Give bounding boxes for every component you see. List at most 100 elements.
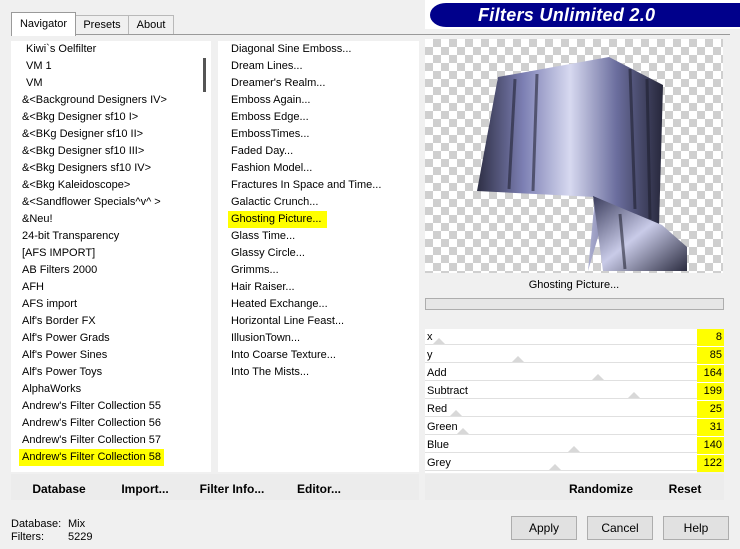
category-item[interactable]: &<Sandflower Specials^v^ > [22, 194, 161, 211]
category-item[interactable]: Alf's Power Sines [22, 347, 107, 364]
slider-subtract[interactable]: Subtract [425, 383, 697, 401]
category-item[interactable]: &<Bkg Kaleidoscope> [22, 177, 130, 194]
slider-red[interactable]: Red [425, 401, 697, 419]
slider-grey[interactable]: Grey [425, 455, 697, 473]
filter-item[interactable]: Horizontal Line Feast... [231, 313, 344, 330]
category-item[interactable]: Andrew's Filter Collection 57 [22, 432, 161, 449]
slider-value[interactable]: 25 [697, 401, 724, 418]
category-item[interactable]: Alf's Power Grads [22, 330, 110, 347]
category-item[interactable]: Kiwi`s Oelfilter [26, 41, 96, 58]
category-item[interactable]: AFH [22, 279, 44, 296]
category-item[interactable]: AB Filters 2000 [22, 262, 97, 279]
help-button[interactable]: Help [663, 516, 729, 540]
category-item[interactable]: Andrew's Filter Collection 56 [22, 415, 161, 432]
slider-value[interactable]: 31 [697, 419, 724, 436]
filter-item[interactable]: Hair Raiser... [231, 279, 295, 296]
filter-item[interactable]: Into Coarse Texture... [231, 347, 336, 364]
filter-item[interactable]: Galactic Crunch... [231, 194, 318, 211]
randomize-button[interactable]: Randomize [565, 480, 637, 498]
filter-list[interactable]: Diagonal Sine Emboss... Dream Lines... Dre… [218, 41, 419, 472]
category-scrollbar[interactable] [197, 41, 211, 472]
slider-thumb[interactable] [450, 410, 462, 416]
category-item[interactable]: 24-bit Transparency [22, 228, 119, 245]
slider-thumb[interactable] [568, 446, 580, 452]
slider-thumb[interactable] [457, 428, 469, 434]
category-item[interactable]: &Neu! [22, 211, 53, 228]
editor-button[interactable]: Editor... [295, 480, 343, 498]
filter-item[interactable]: Faded Day... [231, 143, 293, 160]
preview-caption: Ghosting Picture... [425, 274, 723, 296]
slider-value[interactable]: 199 [697, 383, 724, 400]
slider-track[interactable] [425, 452, 697, 453]
slider-label: Subtract [427, 385, 468, 397]
tab-about[interactable]: About [128, 15, 174, 35]
slider-track[interactable] [425, 362, 697, 363]
category-item[interactable]: &<BKg Designer sf10 II> [22, 126, 143, 143]
filters-label: Filters: [11, 531, 44, 543]
slider-track[interactable] [425, 416, 697, 417]
progress-bar [425, 298, 724, 310]
category-list[interactable]: Kiwi`s Oelfilter VM 1 VM &<Background Desig… [11, 41, 197, 472]
filter-item[interactable]: Grimms... [231, 262, 279, 279]
category-item[interactable]: AFS import [22, 296, 77, 313]
category-item[interactable]: &<Bkg Designers sf10 IV> [22, 160, 151, 177]
filter-item[interactable]: Into The Mists... [231, 364, 309, 381]
category-item[interactable]: Andrew's Filter Collection 58 [19, 449, 165, 466]
filter-item[interactable]: IllusionTown... [231, 330, 300, 347]
slider-thumb[interactable] [592, 374, 604, 380]
slider-value[interactable]: 164 [697, 365, 724, 382]
category-item[interactable]: &<Bkg Designer sf10 III> [22, 143, 144, 160]
filter-item[interactable]: Heated Exchange... [231, 296, 328, 313]
slider-track[interactable] [425, 470, 697, 471]
import-button[interactable]: Import... [118, 480, 172, 498]
category-item[interactable]: Andrew's Filter Collection 55 [22, 398, 161, 415]
reset-button[interactable]: Reset [664, 480, 706, 498]
filter-item[interactable]: Fashion Model... [231, 160, 312, 177]
category-item[interactable]: VM 1 [26, 58, 52, 75]
filter-info-button[interactable]: Filter Info... [198, 480, 266, 498]
slider-value[interactable]: 85 [697, 347, 724, 364]
tab-navigator[interactable]: Navigator [11, 12, 76, 36]
cancel-button[interactable]: Cancel [587, 516, 653, 540]
slider-y[interactable]: y [425, 347, 697, 365]
slider-track[interactable] [425, 398, 697, 399]
slider-value[interactable]: 140 [697, 437, 724, 454]
slider-thumb[interactable] [512, 356, 524, 362]
filter-item[interactable]: Emboss Again... [231, 92, 311, 109]
slider-x[interactable]: x [425, 329, 697, 347]
slider-value[interactable]: 122 [697, 455, 724, 472]
category-item[interactable]: AlphaWorks [22, 381, 81, 398]
preview-image [477, 57, 687, 271]
preview-area [425, 39, 723, 273]
apply-button[interactable]: Apply [511, 516, 577, 540]
slider-track[interactable] [425, 344, 697, 345]
slider-thumb[interactable] [433, 338, 445, 344]
filter-item[interactable]: Diagonal Sine Emboss... [231, 41, 351, 58]
database-button[interactable]: Database [28, 480, 90, 498]
filter-item[interactable]: Dream Lines... [231, 58, 303, 75]
slider-add[interactable]: Add [425, 365, 697, 383]
filter-item[interactable]: Ghosting Picture... [228, 211, 327, 228]
filter-item[interactable]: EmbossTimes... [231, 126, 309, 143]
slider-thumb[interactable] [628, 392, 640, 398]
category-item[interactable]: [AFS IMPORT] [22, 245, 95, 262]
slider-thumb[interactable] [549, 464, 561, 470]
slider-track[interactable] [425, 380, 697, 381]
slider-green[interactable]: Green [425, 419, 697, 437]
slider-track[interactable] [425, 434, 697, 435]
category-item[interactable]: Alf's Border FX [22, 313, 96, 330]
filter-item[interactable]: Fractures In Space and Time... [231, 177, 381, 194]
category-item[interactable]: &<Background Designers IV> [22, 92, 167, 109]
category-item[interactable]: &<Bkg Designer sf10 I> [22, 109, 138, 126]
slider-label: Add [427, 367, 447, 379]
tab-presets[interactable]: Presets [75, 15, 129, 35]
slider-blue[interactable]: Blue [425, 437, 697, 455]
category-item[interactable]: Alf's Power Toys [22, 364, 102, 381]
filter-item[interactable]: Glass Time... [231, 228, 295, 245]
filter-item[interactable]: Dreamer's Realm... [231, 75, 325, 92]
category-item[interactable]: VM [26, 75, 43, 92]
filter-item[interactable]: Glassy Circle... [231, 245, 305, 262]
category-scrollbar-thumb[interactable] [203, 58, 206, 92]
filter-item[interactable]: Emboss Edge... [231, 109, 309, 126]
slider-value[interactable]: 8 [697, 329, 724, 346]
